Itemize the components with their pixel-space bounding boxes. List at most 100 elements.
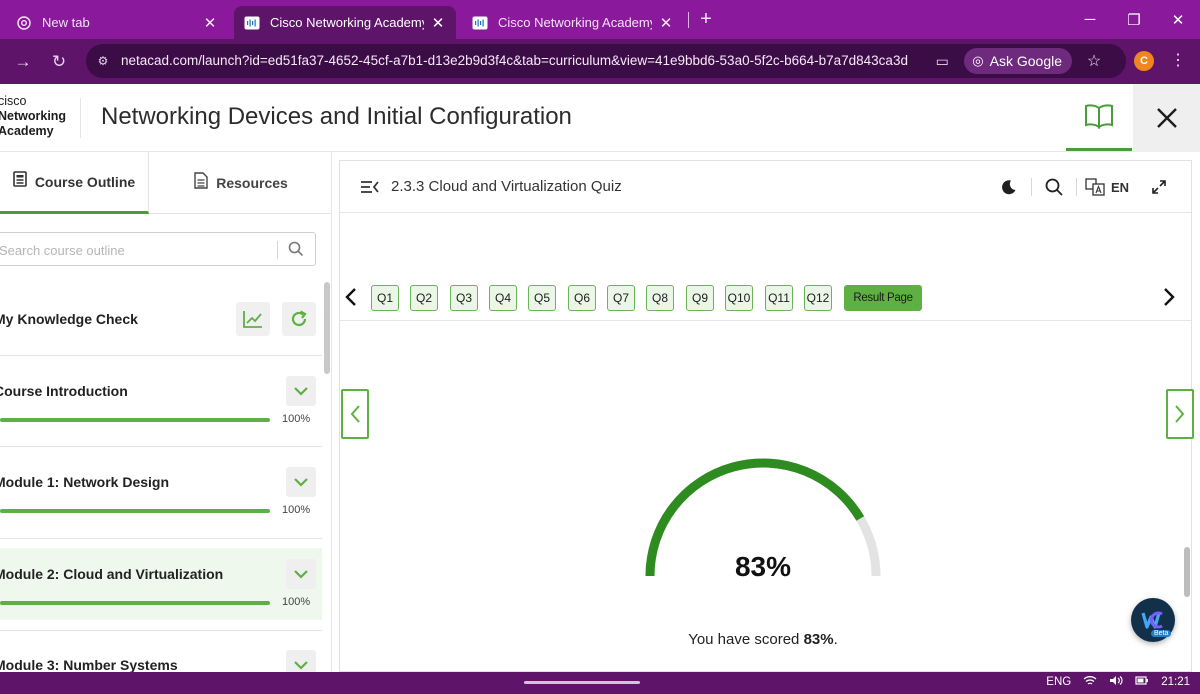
outline-item-title: Module 2: Cloud and Virtualization xyxy=(0,566,224,582)
outline-item-module-1[interactable]: Module 1: Network Design 100% xyxy=(0,447,322,537)
volume-icon[interactable] xyxy=(1109,675,1123,689)
trend-chart-icon xyxy=(243,311,262,328)
browser-menu-icon[interactable]: ⋮ xyxy=(1168,49,1188,73)
question-button-q2[interactable]: Q2 xyxy=(410,285,438,311)
quiz-header-actions: EN xyxy=(995,175,1173,199)
forward-icon[interactable]: → xyxy=(10,49,36,75)
tab-label: Course Outline xyxy=(34,173,136,190)
header-separator xyxy=(1030,178,1032,196)
search-icon[interactable] xyxy=(287,240,305,258)
site-settings-icon[interactable]: ⚙ xyxy=(94,52,112,70)
dark-mode-button[interactable] xyxy=(995,175,1023,199)
ask-google-button[interactable]: ◎ Ask Google xyxy=(964,48,1072,74)
question-button-q9[interactable]: Q9 xyxy=(686,285,714,311)
next-page-button[interactable] xyxy=(1166,389,1194,439)
header-divider xyxy=(80,98,81,138)
question-button-q7[interactable]: Q7 xyxy=(607,285,635,311)
progress-chart-button[interactable] xyxy=(236,302,270,336)
outline-item-title: Module 3: Number Systems xyxy=(0,657,178,672)
chevron-down-icon xyxy=(294,570,308,579)
previous-page-button[interactable] xyxy=(341,389,369,439)
app-header: cisco Networking Academy Networking Devi… xyxy=(0,84,1200,152)
tab-title: Cisco Networking Academy: Ge xyxy=(498,15,652,30)
question-button-q8[interactable]: Q8 xyxy=(646,285,674,311)
retake-button[interactable] xyxy=(282,302,316,336)
outline-icon xyxy=(13,171,27,192)
wifi-icon[interactable] xyxy=(1083,675,1097,689)
window-controls: ─ ❐ ✕ xyxy=(1068,0,1200,39)
cisco-networking-academy-logo[interactable]: cisco Networking Academy xyxy=(0,94,66,139)
expand-icon xyxy=(1152,180,1166,194)
fullscreen-button[interactable] xyxy=(1145,175,1173,199)
logo-line: Academy xyxy=(0,124,54,138)
tab-course-outline[interactable]: Course Outline xyxy=(0,152,149,214)
home-indicator[interactable] xyxy=(524,681,640,684)
tab-label: Resources xyxy=(216,175,288,191)
progress-bar xyxy=(0,418,270,422)
language-selector[interactable]: EN xyxy=(1085,178,1129,196)
outline-item-module-3[interactable]: Module 3: Number Systems xyxy=(0,631,322,672)
browser-tab-cisco-active[interactable]: Cisco Networking Academy: Ne ✕ xyxy=(234,6,456,39)
content-scrollbar[interactable] xyxy=(1184,547,1190,597)
outline-search-input[interactable] xyxy=(0,240,269,260)
question-button-q3[interactable]: Q3 xyxy=(450,285,478,311)
browser-tab-new-tab[interactable]: New tab ✕ xyxy=(6,6,228,39)
close-tab-icon[interactable]: ✕ xyxy=(658,14,674,32)
cisco-favicon-icon xyxy=(472,15,488,31)
collapse-menu-icon[interactable] xyxy=(360,177,380,197)
knowledge-check-row[interactable]: My Knowledge Check xyxy=(0,294,322,354)
expand-button[interactable] xyxy=(286,650,316,672)
search-button[interactable] xyxy=(1040,175,1068,199)
language-code: EN xyxy=(1110,179,1129,195)
tab-resources[interactable]: Resources xyxy=(150,152,331,214)
expand-button[interactable] xyxy=(286,376,316,406)
outline-item-course-introduction[interactable]: Course Introduction 100% xyxy=(0,356,322,446)
question-button-q4[interactable]: Q4 xyxy=(489,285,517,311)
question-button-q11[interactable]: Q11 xyxy=(765,285,793,311)
chevron-right-icon[interactable] xyxy=(1159,287,1179,307)
new-tab-button[interactable]: + xyxy=(694,8,718,32)
question-button-q1[interactable]: Q1 xyxy=(371,285,399,311)
refresh-icon xyxy=(291,310,307,327)
bookmark-star-icon[interactable]: ☆ xyxy=(1078,51,1110,71)
course-outline-sidebar: Course Outline Resources My Knowledge Ch… xyxy=(0,152,332,672)
tab-title: New tab xyxy=(42,15,90,30)
question-button-q10[interactable]: Q10 xyxy=(725,285,753,311)
chevron-right-icon xyxy=(1175,405,1185,423)
minimize-icon[interactable]: ─ xyxy=(1068,0,1112,39)
address-bar[interactable]: ⚙ netacad.com/launch?id=ed51fa37-4652-45… xyxy=(86,44,1126,78)
restore-icon[interactable]: ❐ xyxy=(1112,0,1156,39)
question-button-q5[interactable]: Q5 xyxy=(528,285,556,311)
close-window-icon[interactable]: ✕ xyxy=(1156,0,1200,39)
expand-button[interactable] xyxy=(286,559,316,589)
url-text[interactable]: netacad.com/launch?id=ed51fa37-4652-45cf… xyxy=(121,53,908,68)
close-tab-icon[interactable]: ✕ xyxy=(202,14,218,32)
profile-avatar[interactable]: C xyxy=(1134,51,1154,71)
close-tab-icon[interactable]: ✕ xyxy=(430,14,446,32)
reload-icon[interactable]: ↻ xyxy=(46,49,72,75)
question-button-q6[interactable]: Q6 xyxy=(568,285,596,311)
logo-line: cisco xyxy=(0,94,27,108)
translate-icon xyxy=(1085,178,1105,196)
outline-item-module-2[interactable]: Module 2: Cloud and Virtualization 100% xyxy=(0,548,322,620)
chevron-left-icon[interactable] xyxy=(341,287,361,307)
quiz-header: 2.3.3 Cloud and Virtualization Quiz EN xyxy=(340,161,1191,213)
logo-line: Networking xyxy=(0,109,67,123)
battery-icon[interactable] xyxy=(1135,675,1149,689)
cast-icon[interactable]: ▭ xyxy=(928,53,956,70)
question-button-q12[interactable]: Q12 xyxy=(804,285,832,311)
result-page-button[interactable]: Result Page xyxy=(844,285,922,311)
beta-badge: Beta xyxy=(1151,630,1172,637)
score-percent: 83% xyxy=(734,551,792,582)
progress-bar xyxy=(0,509,270,513)
question-navigator: Q1 Q2 Q3 Q4 Q5 Q6 Q7 Q8 Q9 Q10 Q11 Q12 R… xyxy=(340,279,1191,321)
course-book-button[interactable] xyxy=(1066,84,1132,151)
expand-button[interactable] xyxy=(286,467,316,497)
omnibox-actions: ▭ ◎ Ask Google ☆ xyxy=(928,48,1110,74)
clock: 21:21 xyxy=(1161,676,1190,688)
input-language[interactable]: ENG xyxy=(1046,676,1071,688)
quiz-panel: 2.3.3 Cloud and Virtualization Quiz EN Q… xyxy=(339,160,1194,672)
close-course-button[interactable] xyxy=(1133,84,1200,152)
browser-tab-cisco[interactable]: Cisco Networking Academy: Ge ✕ xyxy=(462,6,684,39)
sidebar-scrollbar[interactable] xyxy=(324,282,330,374)
